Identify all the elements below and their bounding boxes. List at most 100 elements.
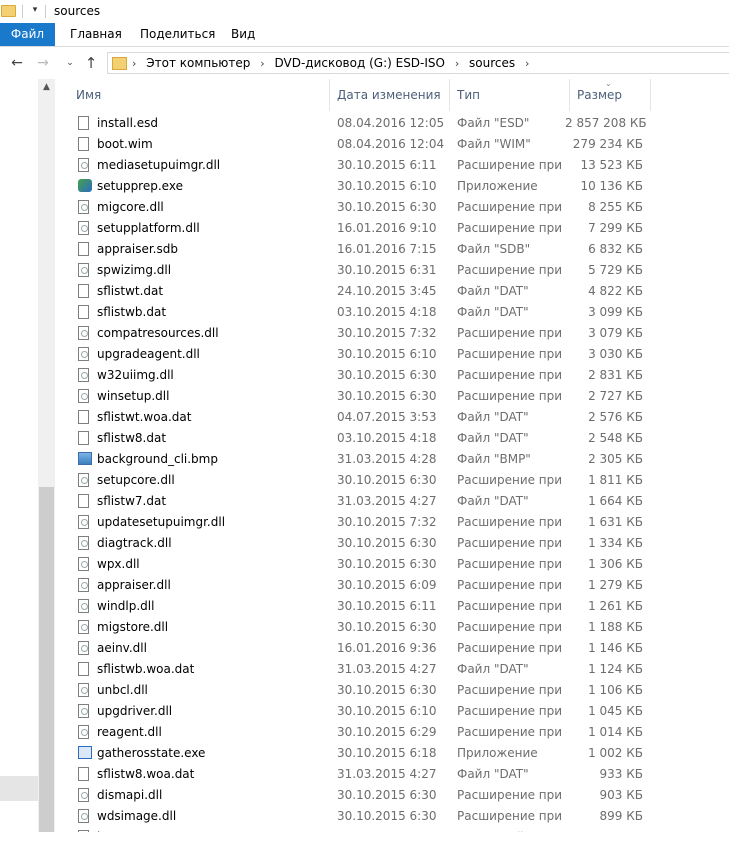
file-row[interactable]: mediasetupuimgr.dll 30.10.2015 6:11 Расшир… [56,155,729,176]
navigation-pane-selected-item[interactable] [0,776,38,801]
file-row[interactable]: migcore.dll 30.10.2015 6:30 Расширение при… [56,197,729,218]
file-date-modified: 16.01.2016 7:15 [337,242,437,256]
column-header-size[interactable]: Размер [577,79,622,111]
file-row[interactable]: sflistw8.woa.dat 31.03.2015 4:27 Файл "DAT… [56,764,729,785]
file-size: 3 099 КБ [588,305,643,319]
file-name: boot.wim [97,137,153,151]
file-row[interactable]: setupprep.exe 30.10.2015 6:10 Приложение 10… [56,176,729,197]
file-row[interactable]: diagtrack.dll 30.10.2015 6:30 Расширение п… [56,533,729,554]
column-divider[interactable] [569,79,570,111]
file-row[interactable]: sflistw7.dat 31.03.2015 4:27 Файл "DAT" 1 6… [56,491,729,512]
file-type: Расширение при... [457,599,563,613]
file-row[interactable]: spwizimg.dll 30.10.2015 6:31 Расширение пр… [56,260,729,281]
dll-icon [78,641,89,655]
file-name: winsetup.dll [97,389,170,403]
file-row[interactable]: setupplatform.dll 16.01.2016 9:10 Расширен… [56,218,729,239]
file-row[interactable]: sflistwb.dat 03.10.2015 4:18 Файл "DAT" 3 0… [56,302,729,323]
file-size: 1 334 КБ [588,536,643,550]
dll-icon [78,809,89,823]
file-date-modified: 30.10.2015 7:32 [337,515,437,529]
file-name: aeinv.dll [97,641,147,655]
file-size: 1 188 КБ [588,620,643,634]
file-name: reagent.dll [97,725,162,739]
navigation-pane-scrollbar[interactable]: ▲ [38,79,55,832]
folder-icon [1,5,16,17]
file-size: 279 234 КБ [572,137,643,151]
file-row[interactable]: w32uiimg.dll 30.10.2015 6:30 Расширение пр… [56,365,729,386]
tab-view[interactable]: Вид [231,23,255,46]
file-row[interactable]: aeinv.dll 16.01.2016 9:36 Расширение при..… [56,638,729,659]
file-size: 1 002 КБ [588,746,643,760]
file-date-modified: 30.10.2015 6:11 [337,599,437,613]
chevron-right-icon[interactable]: › [525,57,529,70]
chevron-right-icon[interactable]: › [455,57,459,70]
file-row[interactable]: compatresources.dll 30.10.2015 7:32 Расшир… [56,323,729,344]
column-header-type[interactable]: Тип [457,79,480,111]
file-type: Расширение при... [457,200,563,214]
file-row[interactable]: dismapi.dll 30.10.2015 6:30 Расширение при… [56,785,729,806]
breadcrumb-dvd-drive[interactable]: DVD-дисковод (G:) ESD-ISO [274,56,445,70]
breadcrumb-this-pc[interactable]: Этот компьютер [146,56,250,70]
up-arrow-icon[interactable]: ↑ [83,54,99,72]
file-size: 3 079 КБ [588,326,643,340]
scroll-up-arrow-icon[interactable]: ▲ [38,82,55,96]
column-header-date[interactable]: Дата изменения [337,79,441,111]
dll-icon [78,515,89,529]
forward-arrow-icon[interactable]: → [35,54,51,72]
column-headers: Имя Дата изменения Тип ⌄ Размер [56,79,729,111]
column-divider[interactable] [650,79,651,111]
file-row[interactable]: migstore.dll 30.10.2015 6:30 Расширение пр… [56,617,729,638]
file-row[interactable]: sflistwt.woa.dat 04.07.2015 3:53 Файл "DAT… [56,407,729,428]
file-type: Расширение при... [457,536,563,550]
file-row[interactable]: reagent.dll 30.10.2015 6:29 Расширение при… [56,722,729,743]
file-row[interactable]: setupcore.dll 30.10.2015 6:30 Расширение п… [56,470,729,491]
column-divider[interactable] [329,79,330,111]
tab-home[interactable]: Главная [70,23,122,46]
file-size: 1 124 КБ [588,662,643,676]
file-size: 903 КБ [599,788,643,802]
file-name: wpx.dll [97,557,140,571]
file-row[interactable]: boot.wim 08.04.2016 12:04 Файл "WIM" 279 23… [56,134,729,155]
address-bar[interactable]: › Этот компьютер › DVD-дисковод (G:) ESD… [107,52,729,74]
chevron-right-icon[interactable]: › [260,57,264,70]
scrollbar-thumb[interactable] [39,487,54,832]
file-row[interactable]: background_cli.bmp 31.03.2015 4:28 Файл "B… [56,449,729,470]
file-date-modified: 30.10.2015 6:30 [337,683,437,697]
back-arrow-icon[interactable]: ← [9,54,25,72]
file-type: Расширение при... [457,557,563,571]
file-row[interactable]: updatesetupuimgr.dll 30.10.2015 7:32 Расши… [56,512,729,533]
file-row[interactable]: appraiser.sdb 16.01.2016 7:15 Файл "SDB" 6 … [56,239,729,260]
file-row[interactable]: appraiser.dll 30.10.2015 6:09 Расширение п… [56,575,729,596]
file-row[interactable]: unbcl.dll 30.10.2015 6:30 Расширение при..… [56,680,729,701]
file-date-modified: 30.10.2015 6:09 [337,578,437,592]
file-row[interactable]: upgradeagent.dll 30.10.2015 6:10 Расширени… [56,344,729,365]
file-size: 1 045 КБ [588,704,643,718]
file-row[interactable]: wpx.dll 30.10.2015 6:30 Расширение при... 1… [56,554,729,575]
file-row[interactable]: sflistwt.dat 24.10.2015 3:45 Файл "DAT" 4 8… [56,281,729,302]
quick-access-dropdown-icon[interactable]: ▾ [30,4,40,16]
tab-share[interactable]: Поделиться [140,23,215,46]
file-date-modified: 30.10.2015 6:10 [337,347,437,361]
file-row[interactable]: windlp.dll 30.10.2015 6:11 Расширение при.… [56,596,729,617]
file-row[interactable]: upgdriver.dll 30.10.2015 6:10 Расширение п… [56,701,729,722]
file-type: Расширение при... [457,725,563,739]
column-divider[interactable] [449,79,450,111]
file-row[interactable]: winsetup.dll 30.10.2015 6:30 Расширение пр… [56,386,729,407]
tab-file[interactable]: Файл [0,23,55,46]
dll-icon [78,620,89,634]
file-type: Файл "ESD" [457,116,530,130]
chevron-right-icon[interactable]: › [132,57,136,70]
file-row[interactable]: install.esd 08.04.2016 12:05 Файл "ESD" 2 8… [56,113,729,134]
file-size: 1 014 КБ [588,725,643,739]
file-size: 1 146 КБ [588,641,643,655]
file-row[interactable]: wdsimage.dll 30.10.2015 6:30 Расширение пр… [56,806,729,827]
file-type: Расширение при... [457,641,563,655]
file-row[interactable]: gatherosstate.exe 30.10.2015 6:18 Приложен… [56,743,729,764]
recent-locations-chevron-icon[interactable]: ⌄ [62,54,78,72]
file-date-modified: 30.10.2015 6:30 [337,788,437,802]
file-name: compatresources.dll [97,326,219,340]
file-row[interactable]: sflistw8.dat 03.10.2015 4:18 Файл "DAT" 2 5… [56,428,729,449]
breadcrumb-sources[interactable]: sources [469,56,515,70]
column-header-name[interactable]: Имя [76,79,101,111]
file-row[interactable]: sflistwb.woa.dat 31.03.2015 4:27 Файл "DAT… [56,659,729,680]
